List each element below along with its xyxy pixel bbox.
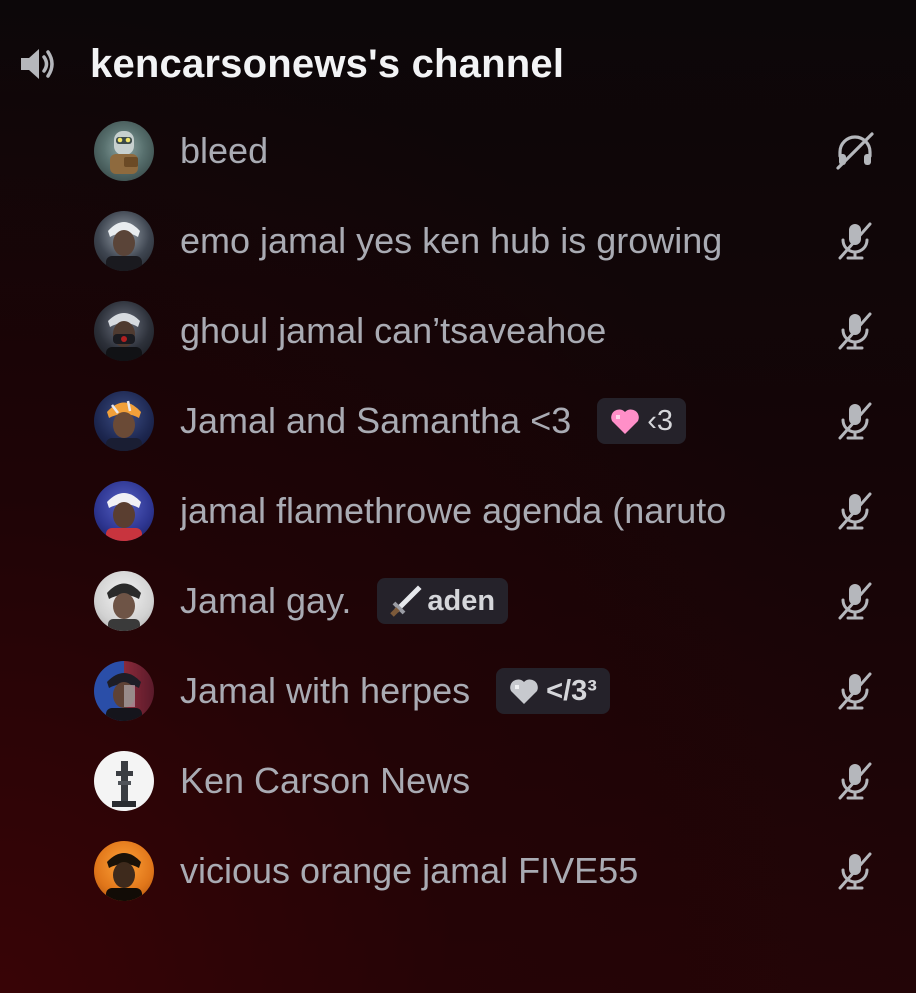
pink-heart-icon [607, 404, 643, 438]
speaker-icon [14, 40, 62, 88]
muted-mic-icon[interactable] [834, 580, 876, 622]
avatar [94, 481, 154, 541]
voice-user-row[interactable]: bleed [94, 106, 894, 196]
grey-heart-icon [506, 674, 542, 708]
avatar [94, 841, 154, 901]
channel-name: kencarsonews's channel [90, 41, 565, 86]
muted-mic-icon[interactable] [834, 760, 876, 802]
muted-mic-icon[interactable] [834, 310, 876, 352]
avatar [94, 301, 154, 361]
username: vicious orange jamal FIVE55 [180, 850, 639, 891]
tag-label: aden [427, 584, 496, 617]
username: Jamal and Samantha <3 [180, 400, 572, 441]
muted-mic-icon[interactable] [834, 490, 876, 532]
voice-channel-header[interactable]: kencarsonews's channel [14, 34, 564, 94]
voice-user-row[interactable]: Jamal with herpes </3³ [94, 646, 894, 736]
muted-mic-icon[interactable] [834, 670, 876, 712]
username: emo jamal yes ken hub is growing [180, 220, 723, 261]
avatar [94, 751, 154, 811]
avatar [94, 661, 154, 721]
deafened-icon[interactable] [834, 130, 876, 172]
user-tag: </3³ [496, 668, 610, 714]
voice-user-row[interactable]: Ken Carson News [94, 736, 894, 826]
username: ghoul jamal can’tsaveahoe [180, 310, 607, 351]
sword-icon [387, 584, 423, 618]
voice-user-row[interactable]: Jamal gay. aden [94, 556, 894, 646]
voice-user-row[interactable]: jamal flamethrowe agenda (naruto [94, 466, 894, 556]
tag-label: </3³ [546, 674, 597, 707]
username: bleed [180, 130, 269, 171]
voice-user-list: bleed emo jamal yes ken hub is growing g… [94, 106, 894, 916]
avatar [94, 571, 154, 631]
voice-user-row[interactable]: emo jamal yes ken hub is growing [94, 196, 894, 286]
avatar [94, 391, 154, 451]
tag-label: ‹3 [647, 404, 674, 437]
username: Ken Carson News [180, 760, 471, 801]
voice-user-row[interactable]: Jamal and Samantha <3 ‹3 [94, 376, 894, 466]
avatar [94, 121, 154, 181]
user-tag: ‹3 [597, 398, 687, 444]
user-tag: aden [377, 578, 509, 624]
voice-user-row[interactable]: vicious orange jamal FIVE55 [94, 826, 894, 916]
voice-user-row[interactable]: ghoul jamal can’tsaveahoe [94, 286, 894, 376]
username: jamal flamethrowe agenda (naruto [180, 490, 727, 531]
muted-mic-icon[interactable] [834, 850, 876, 892]
muted-mic-icon[interactable] [834, 400, 876, 442]
username: Jamal with herpes [180, 670, 471, 711]
username: Jamal gay. [180, 580, 352, 621]
muted-mic-icon[interactable] [834, 220, 876, 262]
avatar [94, 211, 154, 271]
